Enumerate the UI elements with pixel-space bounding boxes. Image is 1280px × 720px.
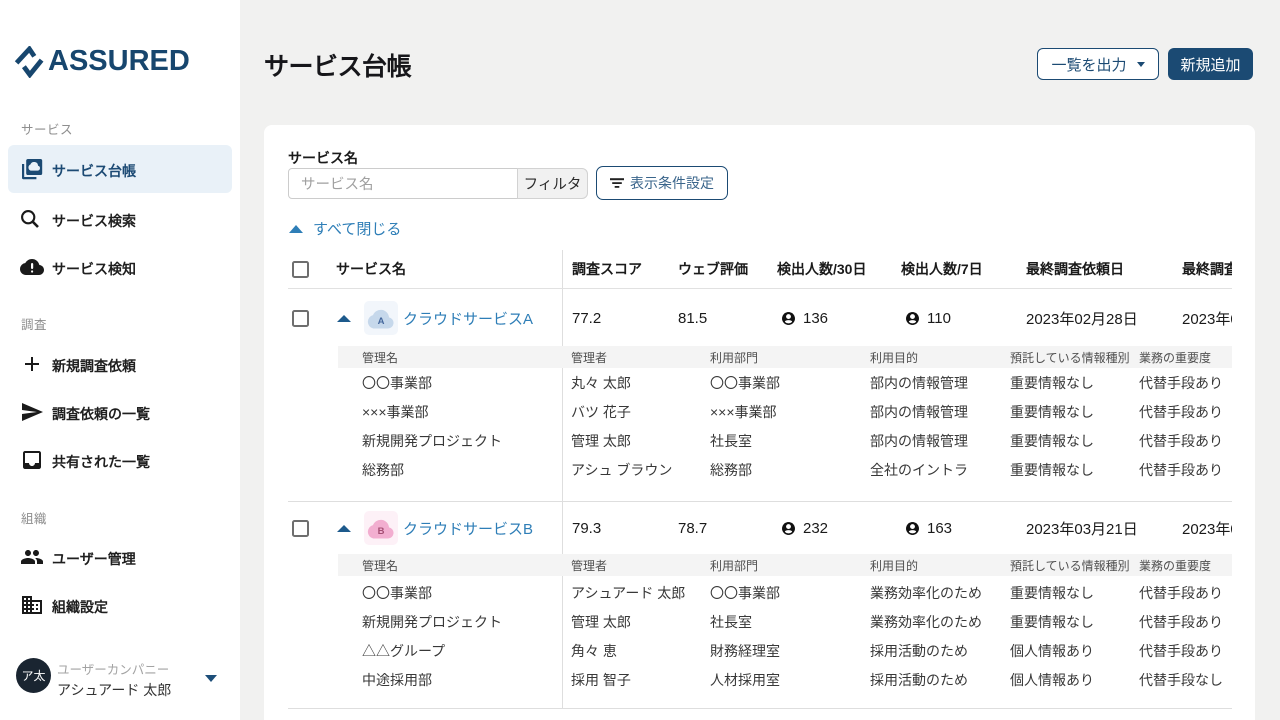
svg-text:B: B xyxy=(378,526,385,537)
svg-text:A: A xyxy=(378,316,385,327)
